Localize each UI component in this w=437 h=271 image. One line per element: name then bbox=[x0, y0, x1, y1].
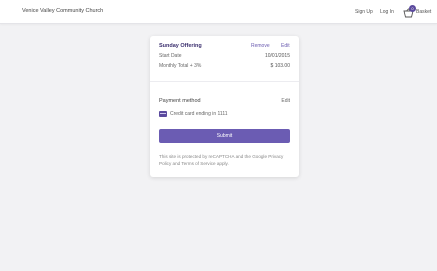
edit-payment-link[interactable]: Edit bbox=[281, 98, 290, 104]
top-nav-bar: Venice Valley Community Church Sign Up L… bbox=[0, 0, 437, 24]
start-date-value: 10/01/2015 bbox=[264, 53, 290, 59]
section-divider bbox=[150, 81, 299, 82]
recaptcha-notice: This site is protected by reCAPTCHA and … bbox=[159, 154, 284, 166]
monthly-total-value: $ 103.00 bbox=[270, 63, 290, 69]
basket-count-badge: 0 bbox=[409, 5, 416, 12]
payment-method-title: Payment method bbox=[159, 98, 201, 104]
signup-link[interactable]: Sign Up bbox=[355, 9, 373, 15]
offering-title: Sunday Offering bbox=[159, 43, 202, 49]
credit-card-text: Credit card ending in 1111 bbox=[170, 111, 228, 117]
credit-card-icon bbox=[159, 111, 167, 117]
checkout-card: Sunday Offering Remove Edit Start Date 1… bbox=[150, 36, 299, 177]
basket-label: Basket bbox=[416, 9, 432, 15]
start-date-label: Start Date bbox=[159, 53, 182, 59]
submit-button[interactable]: Submit bbox=[159, 129, 290, 143]
basket-button[interactable]: 0 Basket bbox=[403, 5, 437, 19]
remove-offering-link[interactable]: Remove bbox=[251, 43, 270, 49]
login-link[interactable]: Log In bbox=[380, 9, 394, 15]
org-name[interactable]: Venice Valley Community Church bbox=[22, 8, 103, 14]
monthly-total-label: Monthly Total + 3% bbox=[159, 63, 202, 69]
edit-offering-link[interactable]: Edit bbox=[281, 43, 290, 49]
